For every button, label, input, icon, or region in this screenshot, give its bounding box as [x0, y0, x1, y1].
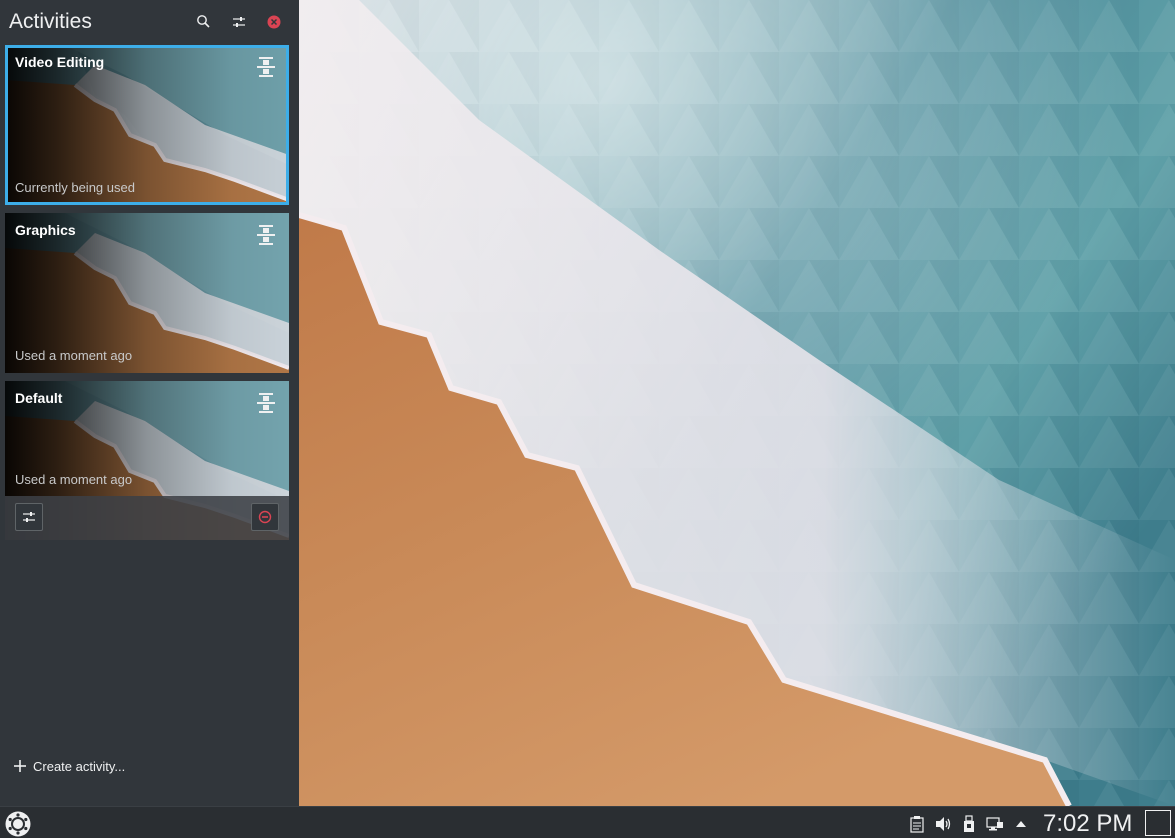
activity-card-graphics[interactable]: Graphics Used a moment ago: [5, 213, 289, 373]
pin-icon[interactable]: [256, 391, 276, 415]
expand-tray-icon[interactable]: [1012, 815, 1030, 833]
show-desktop-icon[interactable]: [1145, 810, 1171, 836]
close-icon[interactable]: [264, 12, 284, 32]
stop-icon[interactable]: [251, 503, 279, 531]
digital-clock[interactable]: 7:02 PM: [1043, 810, 1132, 838]
pin-icon[interactable]: [256, 223, 276, 247]
activity-status: Used a moment ago: [15, 348, 133, 363]
activities-header: Activities: [0, 0, 299, 44]
application-launcher-icon[interactable]: [4, 810, 32, 838]
usb-device-icon[interactable]: [960, 815, 978, 833]
activity-name: Graphics: [15, 222, 76, 238]
activities-title: Activities: [9, 10, 92, 33]
activity-card-video-editing[interactable]: Video Editing Currently being used: [5, 45, 289, 205]
search-icon[interactable]: [194, 12, 214, 32]
configure-icon[interactable]: [15, 503, 43, 531]
network-icon[interactable]: [986, 815, 1004, 833]
activity-name: Video Editing: [15, 54, 105, 70]
activity-actions-bar: [5, 496, 289, 540]
screen: Activities Video Editing Currently being…: [0, 0, 1175, 838]
activity-status: Used a moment ago: [15, 472, 133, 487]
volume-icon[interactable]: [934, 815, 952, 833]
plus-icon: [12, 758, 28, 774]
activities-sidebar: Activities Video Editing Currently being…: [0, 0, 299, 806]
activity-status: Currently being used: [15, 180, 135, 195]
pin-icon[interactable]: [256, 55, 276, 79]
clipboard-icon[interactable]: [908, 815, 926, 833]
activity-name: Default: [15, 390, 63, 406]
taskbar-panel: 7:02 PM: [0, 806, 1175, 838]
create-activity-label: Create activity...: [33, 759, 126, 774]
desktop-wallpaper[interactable]: [299, 0, 1175, 806]
sliders-icon[interactable]: [229, 12, 249, 32]
